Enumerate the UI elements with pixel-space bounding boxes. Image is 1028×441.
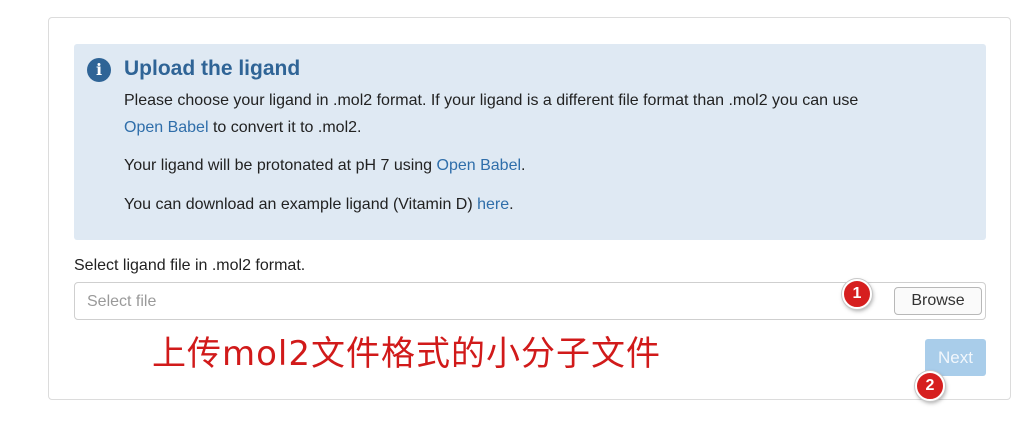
example-download-link[interactable]: here [477,196,509,213]
browse-button[interactable]: Browse [894,287,982,315]
info-line-4-end: . [509,196,514,213]
open-babel-link-1[interactable]: Open Babel [124,119,209,136]
info-line-3-text: Your ligand will be protonated at pH 7 u… [124,157,437,174]
annotation-caption: 上传mol2文件格式的小分子文件 [152,334,661,374]
open-babel-link-2[interactable]: Open Babel [437,157,522,174]
info-title: Upload the ligand [124,57,301,80]
info-alert: i Upload the ligand Please choose your l… [74,44,986,240]
info-line-2-text: to convert it to .mol2. [208,119,362,136]
info-line-2: Open Babel to convert it to .mol2. [124,119,361,137]
info-line-1: Please choose your ligand in .mol2 forma… [124,92,859,109]
info-line-4-text: You can download an example ligand (Vita… [124,196,478,213]
info-line-3: Your ligand will be protonated at pH 7 u… [124,157,525,175]
step-badge-2: 2 [915,371,945,401]
info-line-4: You can download an example ligand (Vita… [124,196,514,214]
step-badge-1: 1 [842,279,872,309]
file-field-label: Select ligand file in .mol2 format. [74,257,306,274]
info-icon: i [87,58,111,82]
info-line-3-end: . [521,157,526,174]
file-input-placeholder: Select file [87,293,157,310]
next-button[interactable]: Next [925,339,986,376]
